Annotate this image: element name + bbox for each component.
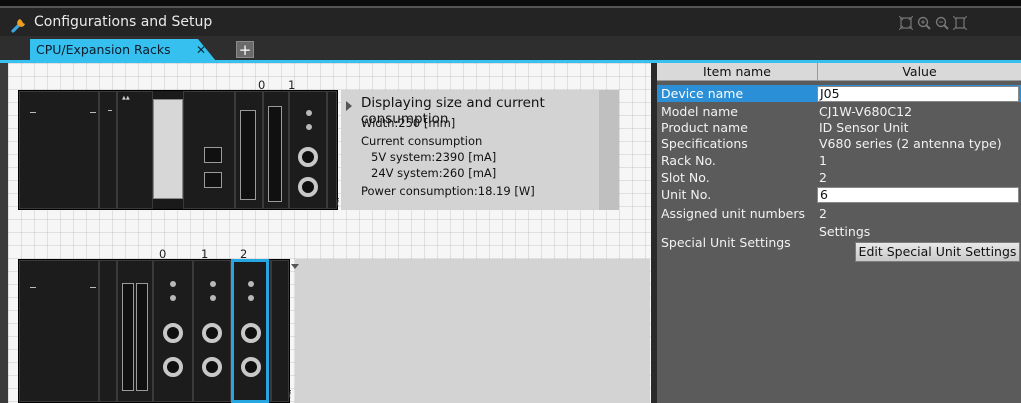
slot-0-io-unit[interactable] bbox=[263, 91, 289, 209]
fit-width-icon[interactable] bbox=[952, 15, 968, 31]
property-value: V680 series (2 antenna type) bbox=[819, 136, 1002, 151]
property-name: Product name bbox=[661, 120, 748, 135]
property-name: Model name bbox=[661, 104, 738, 119]
current-24v: 24V system:260 [mA] bbox=[371, 166, 497, 180]
header-value: Value bbox=[902, 64, 937, 79]
cpu-rack[interactable]: ▲▲ bbox=[18, 90, 338, 210]
property-value: 1 bbox=[819, 153, 827, 168]
power-supply-unit[interactable] bbox=[19, 91, 99, 209]
property-name: Slot No. bbox=[661, 170, 710, 185]
device-name-field[interactable]: J05 bbox=[817, 86, 1019, 102]
slot-0-id-sensor-unit[interactable] bbox=[153, 260, 193, 402]
slot-1-id-sensor-unit[interactable] bbox=[193, 260, 231, 402]
property-row-product-name: Product name ID Sensor Unit bbox=[657, 119, 1021, 136]
property-row-specifications: Specifications V680 series (2 antenna ty… bbox=[657, 135, 1021, 152]
rack-info-panel-collapsed bbox=[295, 259, 650, 403]
cpu-io-module[interactable] bbox=[183, 91, 235, 209]
property-row-rack-no: Rack No. 1 bbox=[657, 152, 1021, 169]
view-toolbar bbox=[898, 15, 968, 31]
zoom-in-icon[interactable] bbox=[917, 15, 931, 30]
slot-0-unit[interactable] bbox=[235, 91, 263, 209]
property-name: Assigned unit numbers bbox=[661, 206, 805, 221]
close-icon[interactable]: ✕ bbox=[196, 43, 208, 57]
rack-spacer bbox=[99, 260, 117, 402]
property-name: Special Unit Settings bbox=[661, 235, 791, 250]
property-row-slot-no: Slot No. 2 bbox=[657, 169, 1021, 186]
slot-1-id-sensor-unit[interactable] bbox=[289, 91, 327, 209]
io-interface-unit[interactable] bbox=[117, 260, 153, 402]
property-name: Device name bbox=[661, 86, 744, 101]
edit-special-unit-settings-button[interactable]: Edit Special Unit Settings bbox=[855, 242, 1020, 262]
info-marker[interactable]: i bbox=[336, 196, 340, 209]
selected-unit-highlight[interactable] bbox=[231, 259, 269, 403]
tab-bar: CPU/Expansion Racks ✕ + bbox=[0, 36, 1021, 61]
tab-cpu-expansion-racks[interactable]: CPU/Expansion Racks ✕ bbox=[30, 39, 216, 61]
current-5v: 5V system:2390 [mA] bbox=[371, 150, 497, 164]
wrench-icon bbox=[10, 15, 30, 33]
property-grid-header: Item name Value bbox=[657, 63, 1021, 81]
window-title: Configurations and Setup bbox=[34, 14, 213, 30]
property-name: Unit No. bbox=[661, 187, 712, 202]
tab-label: CPU/Expansion Racks bbox=[36, 42, 171, 57]
end-cover bbox=[327, 91, 337, 209]
property-name: Specifications bbox=[661, 136, 748, 151]
property-row-model-name: Model name CJ1W-V680C12 bbox=[657, 103, 1021, 120]
fit-icon[interactable] bbox=[898, 15, 914, 31]
collapse-arrow-icon[interactable] bbox=[346, 101, 352, 111]
left-gutter bbox=[0, 63, 8, 403]
property-value: ID Sensor Unit bbox=[819, 120, 909, 135]
header-item-name: Item name bbox=[703, 64, 771, 79]
rack-canvas[interactable]: 0 1 ▲▲ i Displaying size and current con… bbox=[8, 63, 651, 403]
add-tab-button[interactable]: + bbox=[236, 41, 254, 58]
titlebar-top-line bbox=[0, 6, 1021, 8]
property-grid: Item name Value Device name J05 Model na… bbox=[657, 63, 1021, 403]
cpu-unit[interactable] bbox=[153, 99, 183, 199]
power-consumption: Power consumption:18.19 [W] bbox=[361, 184, 535, 198]
rack-width: Width:250 [mm] bbox=[361, 116, 456, 130]
property-value: CJ1W-V680C12 bbox=[819, 104, 913, 119]
property-value: 2 bbox=[819, 206, 827, 221]
unit-no-field[interactable]: 6 bbox=[817, 187, 1019, 203]
end-cover bbox=[271, 260, 289, 402]
rack-spacer bbox=[99, 91, 117, 209]
property-value: Settings bbox=[819, 224, 871, 239]
window-titlebar: Configurations and Setup bbox=[0, 0, 1021, 36]
info-marker[interactable]: i bbox=[288, 388, 292, 401]
property-row-assigned-unit-numbers: Assigned unit numbers 2 bbox=[657, 205, 1021, 222]
property-row-device-name[interactable]: Device name J05 bbox=[657, 85, 1021, 102]
expand-caret-icon[interactable] bbox=[291, 264, 299, 269]
property-row-unit-no[interactable]: Unit No. 6 bbox=[657, 186, 1021, 203]
property-value: 2 bbox=[819, 170, 827, 185]
rack-info-panel: Displaying size and current consumption … bbox=[341, 90, 619, 210]
current-consumption-label: Current consumption bbox=[361, 134, 483, 148]
cpu-end-module[interactable]: ▲▲ bbox=[117, 91, 153, 209]
zoom-out-icon[interactable] bbox=[935, 15, 949, 30]
power-supply-unit[interactable] bbox=[19, 260, 99, 402]
property-name: Rack No. bbox=[661, 153, 716, 168]
